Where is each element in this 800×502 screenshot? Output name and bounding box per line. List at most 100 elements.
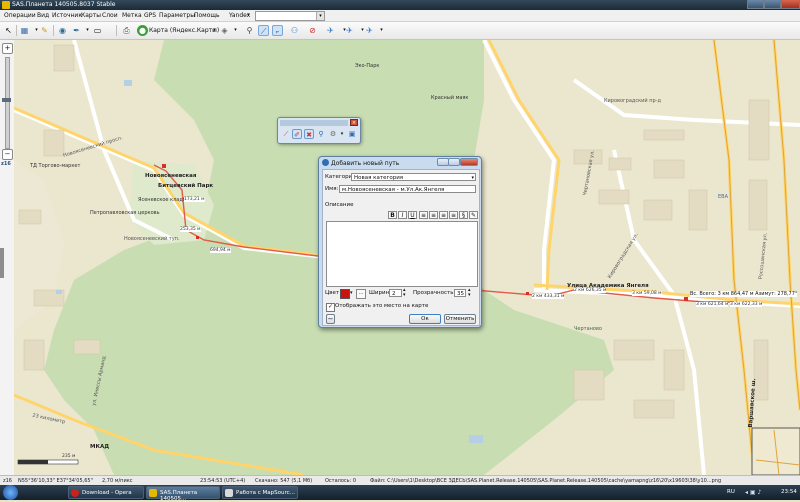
delete-point-icon[interactable]: ✖ <box>304 129 314 139</box>
search-input[interactable]: ▾ <box>255 11 325 21</box>
search-dropdown-icon[interactable]: ▾ <box>316 12 324 20</box>
menu-operations[interactable]: Операции <box>4 12 36 19</box>
italic-button[interactable]: I <box>398 211 407 219</box>
ruler-icon[interactable]: ✎ <box>39 25 50 36</box>
collapse-button[interactable]: − <box>326 314 335 324</box>
toolbar-separator <box>53 25 54 36</box>
dropdown-arrow-icon[interactable]: ▾ <box>337 129 347 139</box>
move-cursor-icon[interactable]: ↖ <box>3 25 14 36</box>
underline-button[interactable]: U <box>408 211 417 219</box>
minimize-button[interactable] <box>747 0 764 9</box>
map-source-icon[interactable]: ● <box>137 25 148 36</box>
print-icon[interactable]: ⎙ <box>121 25 132 36</box>
map-label: Эко-Парк <box>355 63 380 69</box>
map-label: Петропавловская церковь <box>90 210 160 216</box>
transparency-input[interactable]: 35 <box>454 289 466 297</box>
taskbar-item-mapsource[interactable]: Работа с MapSourc... <box>222 486 298 499</box>
sasplanet-icon <box>149 489 157 497</box>
map-label: Новоясеневский туп. <box>124 236 180 242</box>
no-entry-icon[interactable]: ⊘ <box>307 25 318 36</box>
add-polygon-icon[interactable]: ⟔ <box>272 25 283 36</box>
route-distance-label: 2 км 626,35 м <box>574 288 607 293</box>
map-label: ЕВА <box>718 194 729 200</box>
menu-help[interactable]: Помощь <box>194 12 220 19</box>
transparency-spinner[interactable]: ▴ ▾ <box>468 288 471 298</box>
zoom-in-button[interactable]: + <box>2 43 13 54</box>
align-left-button[interactable]: ≡ <box>419 211 428 219</box>
save-icon[interactable]: ▭ <box>92 25 103 36</box>
category-select[interactable]: Новая категория ▾ <box>351 173 476 181</box>
insert-image-button[interactable]: ✎ <box>469 211 478 219</box>
name-input[interactable]: м.Новоясеневская - м.Ул.Ак.Янгеля <box>339 185 476 193</box>
map-label: Кировоградский пр-д <box>604 98 661 104</box>
maximize-button[interactable] <box>764 0 781 9</box>
dialog-maximize-button[interactable] <box>448 158 460 166</box>
taskbar-item-sasplanet[interactable]: SAS.Планета 140505... <box>146 486 220 502</box>
zoom-slider-handle[interactable] <box>2 98 11 102</box>
draw-path-icon[interactable]: ✐ <box>292 129 302 139</box>
dropdown-arrow-icon[interactable]: ▾ <box>376 25 387 36</box>
zoom-icon[interactable]: ⚲ <box>316 129 326 139</box>
more-colors-button[interactable]: … <box>356 289 366 299</box>
pen-icon[interactable]: ✒ <box>71 25 82 36</box>
layers-grid-icon[interactable]: ▦ <box>19 25 30 36</box>
align-right-button[interactable]: ≡ <box>439 211 448 219</box>
menu-gps[interactable]: GPS <box>144 12 156 19</box>
folder-icon <box>225 489 233 497</box>
placemark-pin-icon[interactable]: ⚲ <box>244 25 255 36</box>
taskbar-item-label: Работа с MapSourc... <box>236 490 295 496</box>
add-path-icon[interactable]: ⟋ <box>258 25 269 36</box>
toolbar-grip[interactable] <box>280 120 348 126</box>
menu-layers[interactable]: Слои <box>102 12 118 19</box>
zoom-out-button[interactable]: − <box>2 149 13 160</box>
dropdown-arrow-icon[interactable]: ▾ <box>230 25 241 36</box>
app-icon <box>2 1 10 9</box>
panel-collapse-handle[interactable] <box>0 248 4 278</box>
align-center-button[interactable]: ≡ <box>429 211 438 219</box>
justify-button[interactable]: ≡ <box>449 211 458 219</box>
menu-maps[interactable]: Карты <box>81 12 101 19</box>
zoom-icon[interactable]: ⚇ <box>289 25 300 36</box>
route-distance-label: 173,21 м <box>184 197 205 202</box>
dialog-close-button[interactable] <box>460 158 478 166</box>
status-file-path: Файл: C:\Users\1\Desktop\ВСЕ ЗДЕСЬ\SAS.P… <box>370 478 722 484</box>
menu-source[interactable]: Источник <box>52 12 82 19</box>
add-path-dialog: Добавить новый путь Категория: Новая кат… <box>318 156 482 328</box>
main-toolbar: ↖ ▦ ▾ ✎ ◉ ✒ ▾ ▭ ⎙ ● Карта (Яндекс.Карты)… <box>0 22 800 40</box>
chevron-down-icon[interactable]: ▾ <box>350 290 353 296</box>
close-icon[interactable]: × <box>350 119 358 126</box>
gps-follow-icon[interactable]: ✈ <box>364 25 375 36</box>
width-spinner[interactable]: ▴ ▾ <box>403 288 406 298</box>
tray-icons[interactable]: ◂ ▣ ♪ <box>745 489 761 496</box>
taskbar-item-opera[interactable]: Download - Opera <box>68 486 144 499</box>
globe-icon[interactable]: ◉ <box>57 25 68 36</box>
menu-parameters[interactable]: Параметры <box>159 12 195 19</box>
gps-track-icon[interactable]: ✈ <box>344 25 355 36</box>
ok-button[interactable]: Ок <box>409 314 441 324</box>
start-button[interactable] <box>3 485 18 500</box>
save-path-icon[interactable]: ▣ <box>347 129 357 139</box>
width-input[interactable]: 2 <box>389 289 402 297</box>
zoom-slider[interactable] <box>5 57 10 149</box>
menu-placemark[interactable]: Метка <box>122 12 142 19</box>
chevron-down-icon[interactable]: ▾ <box>471 174 474 180</box>
paragraph-button[interactable]: § <box>459 211 468 219</box>
menu-bar: Операции Вид Источник Карты Слои Метка G… <box>0 10 800 22</box>
language-indicator[interactable]: RU <box>727 489 735 495</box>
cancel-button[interactable]: Отменить <box>444 314 476 324</box>
show-on-map-checkbox[interactable]: ✓ <box>326 303 335 312</box>
gps-arrow-icon[interactable]: ✈ <box>325 25 336 36</box>
search-provider-arrow-icon[interactable]: ▾ <box>247 12 250 18</box>
mini-map[interactable] <box>752 428 800 475</box>
menu-view[interactable]: Вид <box>37 12 49 19</box>
color-swatch[interactable] <box>340 289 350 299</box>
close-button[interactable] <box>781 0 800 9</box>
map-label: ТД Торгово-маркет <box>30 163 81 169</box>
status-coordinates: N55°36'10,33" E37°34'05,65" <box>18 478 93 484</box>
layers-icon[interactable]: ◈ <box>219 25 230 36</box>
route-distance-label: 3 км 59,08 м <box>632 291 662 296</box>
bold-button[interactable]: B <box>388 211 397 219</box>
description-textarea[interactable] <box>326 221 478 287</box>
map-label: Красный маяк <box>431 95 469 101</box>
draw-line-icon[interactable]: ⟋ <box>281 129 291 139</box>
